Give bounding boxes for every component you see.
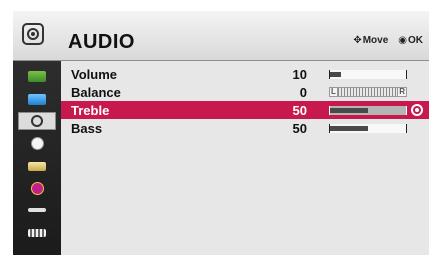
sidebar-item-input[interactable]: [18, 201, 56, 219]
ok-hint-label: OK: [408, 35, 423, 46]
screen-icon: [28, 93, 46, 105]
speaker-icon: [22, 23, 44, 45]
balance-right-label: R: [397, 87, 407, 97]
sidebar-item-time[interactable]: [18, 134, 56, 152]
settings-panel: Volume 10 Balance 0 L R Treble 50 Bass 5…: [61, 61, 429, 255]
media-icon: [28, 229, 46, 237]
sidebar-item-info[interactable]: [18, 179, 56, 197]
osd-menu: AUDIO ✥Move ◉OK Volume 10 Balance 0 L R …: [13, 11, 429, 255]
menu-header: AUDIO ✥Move ◉OK: [13, 11, 429, 61]
setting-label: Bass: [71, 121, 103, 136]
setting-value: 50: [292, 121, 307, 136]
setting-row-volume[interactable]: Volume 10: [61, 65, 429, 83]
setup-icon: [28, 161, 46, 171]
setting-label: Volume: [71, 67, 117, 82]
slider-fill: [330, 126, 368, 131]
balance-left-label: L: [329, 87, 338, 97]
ok-button-icon: ◉: [398, 35, 407, 46]
setting-value: 0: [299, 85, 307, 100]
setting-label: Treble: [71, 103, 110, 118]
setting-row-bass[interactable]: Bass 50: [61, 119, 429, 137]
sidebar-item-setup[interactable]: [18, 157, 56, 175]
menu-title: AUDIO: [68, 31, 135, 53]
move-hint: ✥Move: [353, 35, 388, 46]
ok-button-icon: [411, 104, 423, 116]
setting-value: 50: [292, 103, 307, 118]
balance-slider[interactable]: L R: [329, 87, 407, 97]
ok-hint: ◉OK: [398, 35, 423, 46]
menu-sidebar: [13, 61, 61, 255]
slider-fill: [330, 72, 342, 77]
setting-value: 10: [292, 67, 307, 82]
treble-slider[interactable]: [329, 106, 407, 115]
sidebar-item-picture[interactable]: [18, 67, 56, 85]
nav-hints: ✥Move ◉OK: [353, 35, 423, 46]
setting-label: Balance: [71, 85, 121, 100]
info-icon: [30, 181, 44, 195]
bass-slider[interactable]: [329, 124, 407, 133]
balance-scale: [337, 87, 398, 97]
speaker-icon: [31, 115, 43, 127]
picture-icon: [28, 70, 46, 82]
volume-slider[interactable]: [329, 70, 407, 79]
input-icon: [28, 208, 46, 212]
four-way-arrow-icon: ✥: [353, 35, 362, 46]
move-hint-label: Move: [362, 35, 389, 46]
slider-fill: [330, 108, 368, 113]
sidebar-item-media[interactable]: [18, 224, 56, 242]
sidebar-item-screen[interactable]: [18, 90, 56, 108]
sidebar-item-audio[interactable]: [18, 112, 56, 130]
setting-row-balance[interactable]: Balance 0 L R: [61, 83, 429, 101]
setting-row-treble[interactable]: Treble 50: [61, 101, 429, 119]
clock-icon: [30, 136, 44, 150]
